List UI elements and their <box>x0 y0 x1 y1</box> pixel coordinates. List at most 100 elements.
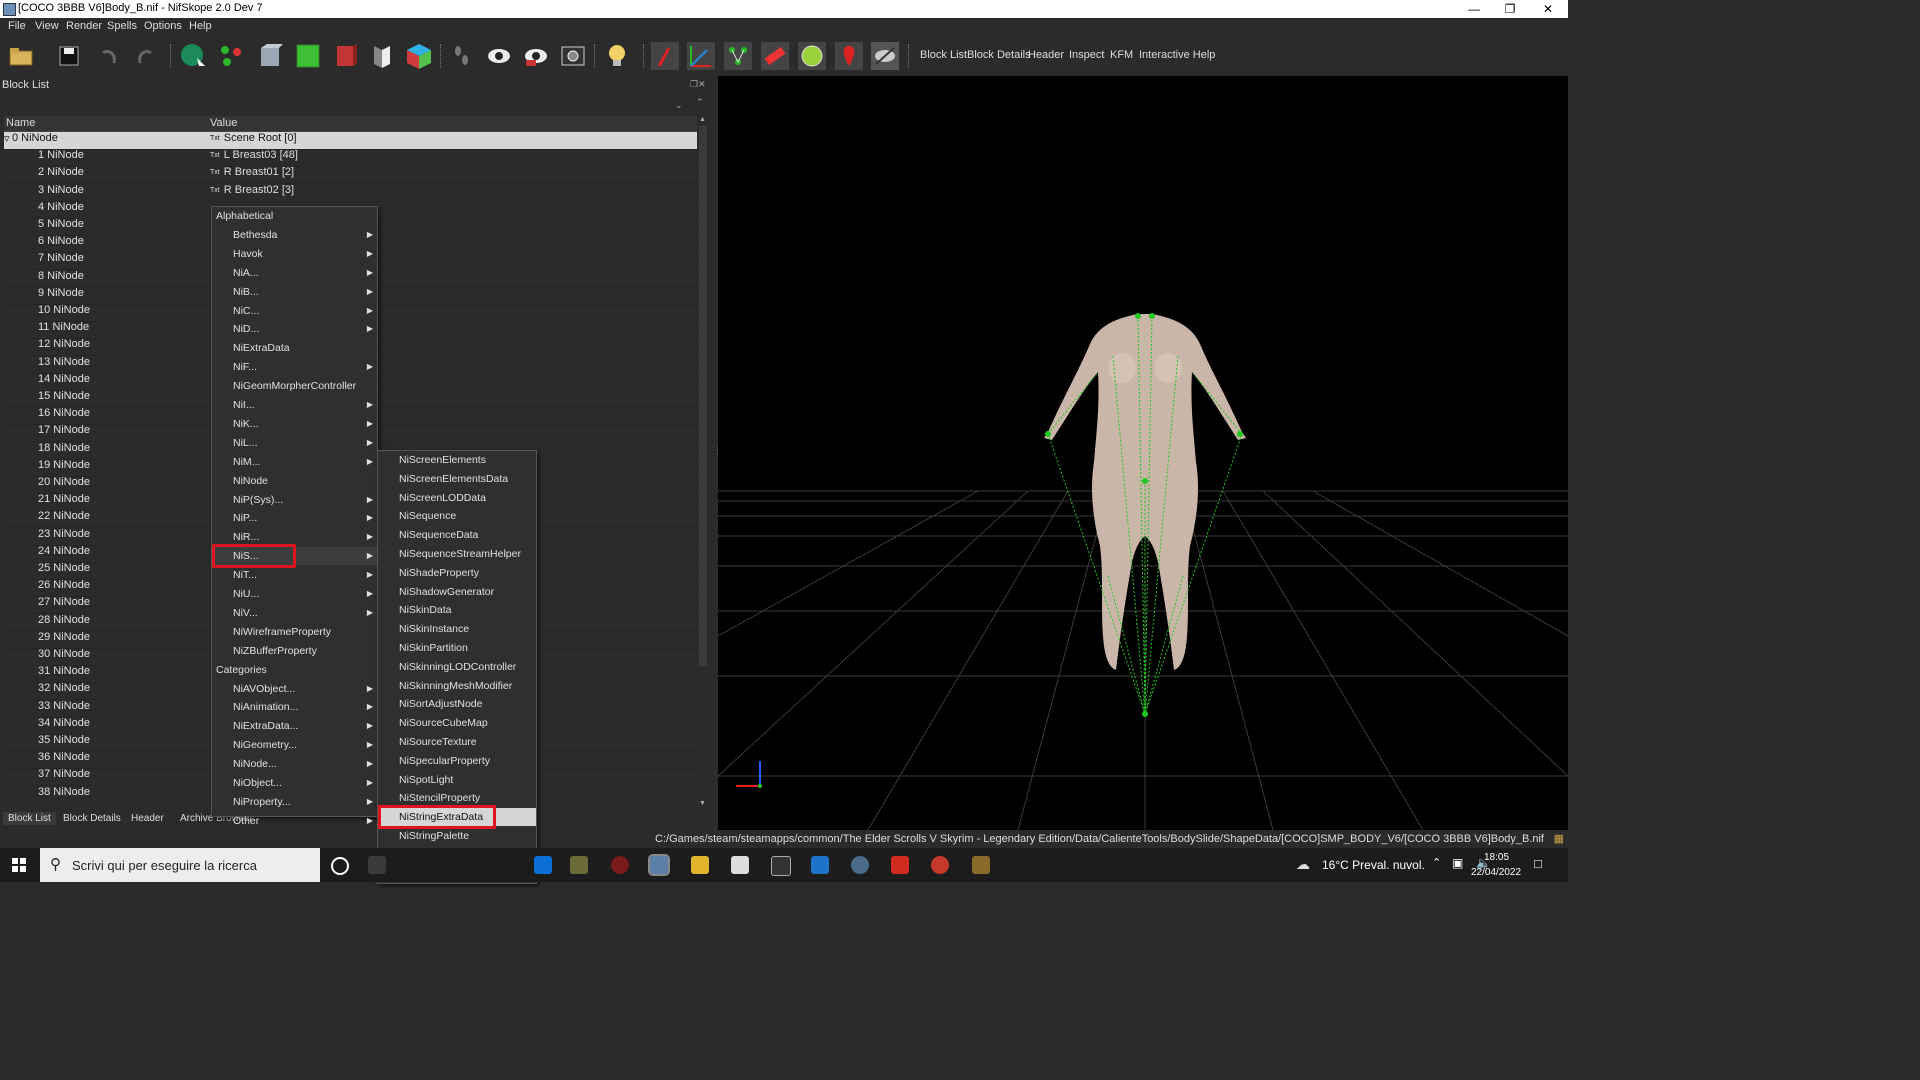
view-user-icon[interactable] <box>367 41 397 71</box>
windows-start-icon[interactable] <box>12 858 26 872</box>
submenu-item-niscreenelements[interactable]: NiScreenElements <box>378 451 536 469</box>
clock-time[interactable]: 18:05 <box>1484 852 1509 863</box>
table-row[interactable]: 3 NiNode Txt R Breast02 [3] <box>4 184 697 202</box>
toolbar-interactive-help[interactable]: Interactive Help <box>1139 49 1215 61</box>
notifications-icon[interactable]: □ <box>1534 856 1542 871</box>
show-constraints-icon[interactable] <box>797 41 827 71</box>
tab-block-list[interactable]: Block List <box>3 812 56 825</box>
submenu-item-niskinpartition[interactable]: NiSkinPartition <box>378 639 536 657</box>
submenu-item-nisequencestreamhelper[interactable]: NiSequenceStreamHelper <box>378 545 536 563</box>
menu-item-niavobject[interactable]: NiAVObject... ▶ <box>212 680 377 698</box>
tab-header[interactable]: Header <box>126 812 169 825</box>
float-panel-icon[interactable]: ❐✕ <box>690 79 706 90</box>
column-value[interactable]: Value <box>210 117 237 129</box>
menu-item-niextradata[interactable]: NiExtraData... ▶ <box>212 717 377 735</box>
task-view-icon[interactable] <box>368 856 386 874</box>
show-skeleton-icon[interactable] <box>723 41 753 71</box>
submenu-item-niskininstance[interactable]: NiSkinInstance <box>378 620 536 638</box>
open-folder-icon[interactable] <box>6 41 36 71</box>
select-object-icon[interactable] <box>178 41 208 71</box>
menu-item-nim[interactable]: NiM... ▶ <box>212 453 377 471</box>
submenu-item-nisourcecubemap[interactable]: NiSourceCubeMap <box>378 714 536 732</box>
menu-item-ninode[interactable]: NiNode <box>212 472 377 490</box>
tray-chevron-icon[interactable]: ⌃ <box>1432 856 1441 869</box>
menu-item-nip-sys[interactable]: NiP(Sys)... ▶ <box>212 491 377 509</box>
tab-block-details[interactable]: Block Details <box>58 812 126 825</box>
menu-view[interactable]: View <box>35 20 59 32</box>
submenu-item-niskinningmeshmodifier[interactable]: NiSkinningMeshModifier <box>378 677 536 695</box>
app-icon-5[interactable] <box>931 856 949 874</box>
menu-item-nit[interactable]: NiT... ▶ <box>212 566 377 584</box>
table-row[interactable]: ▿ 0 NiNode Txt Scene Root [0] <box>4 132 697 150</box>
menu-item-bethesda[interactable]: Bethesda ▶ <box>212 226 377 244</box>
show-collision-icon[interactable] <box>760 41 790 71</box>
column-name[interactable]: Name <box>6 117 35 129</box>
footprints-icon[interactable] <box>447 41 477 71</box>
menu-item-ninode[interactable]: NiNode... ▶ <box>212 755 377 773</box>
lightbulb-icon[interactable] <box>602 41 632 71</box>
submenu-item-nisequence[interactable]: NiSequence <box>378 507 536 525</box>
show-hidden-objects-icon[interactable] <box>870 41 900 71</box>
menu-item-nigeometry[interactable]: NiGeometry... ▶ <box>212 736 377 754</box>
submenu-item-niscreenloddata[interactable]: NiScreenLODData <box>378 489 536 507</box>
app-icon-6[interactable] <box>972 856 990 874</box>
weather-icon[interactable]: ☁ <box>1296 856 1310 873</box>
menu-item-nianimation[interactable]: NiAnimation... ▶ <box>212 698 377 716</box>
terminal-icon[interactable] <box>771 856 791 876</box>
resize-grip-icon[interactable]: ▦ <box>1554 832 1564 845</box>
menu-item-nid[interactable]: NiD... ▶ <box>212 320 377 338</box>
undo-icon[interactable] <box>94 41 124 71</box>
skype-icon[interactable] <box>534 856 552 874</box>
menu-item-nip[interactable]: NiP... ▶ <box>212 509 377 527</box>
submenu-item-nisequencedata[interactable]: NiSequenceData <box>378 526 536 544</box>
menu-item-nib[interactable]: NiB... ▶ <box>212 283 377 301</box>
menu-item-nizbufferproperty[interactable]: NiZBufferProperty <box>212 642 377 660</box>
toolbar-block-list[interactable]: Block List <box>920 49 967 61</box>
toolbar-inspect[interactable]: Inspect <box>1069 49 1104 61</box>
screenshot-icon[interactable] <box>558 41 588 71</box>
clock-date[interactable]: 22/04/2022 <box>1471 867 1521 878</box>
file-explorer-icon[interactable] <box>691 856 709 874</box>
splitter-handle[interactable]: ⋮ <box>713 445 722 456</box>
table-row[interactable]: 1 NiNode Txt L Breast03 [48] <box>4 149 697 168</box>
save-icon[interactable] <box>54 41 84 71</box>
show-hidden-alt-icon[interactable] <box>521 41 551 71</box>
app-icon-1[interactable] <box>570 856 588 874</box>
menu-render[interactable]: Render <box>66 20 102 32</box>
view-side-icon[interactable] <box>330 41 360 71</box>
submenu-item-niscreenelementsdata[interactable]: NiScreenElementsData <box>378 470 536 488</box>
show-markers-icon[interactable] <box>834 41 864 71</box>
menu-item-niwireframeproperty[interactable]: NiWireframeProperty <box>212 623 377 641</box>
menu-file[interactable]: File <box>8 20 26 32</box>
submenu-item-niskinninglodcontroller[interactable]: NiSkinningLODController <box>378 658 536 676</box>
view-top-icon[interactable] <box>293 41 323 71</box>
collapse-icon[interactable]: ⌄ <box>675 100 683 111</box>
menu-item-nigeommorphercontroller[interactable]: NiGeomMorpherController <box>212 377 377 395</box>
expand-icon[interactable]: ⌃ <box>696 97 704 108</box>
show-axes-icon[interactable] <box>650 41 680 71</box>
toolbar-kfm[interactable]: KFM <box>1110 49 1133 61</box>
submenu-item-nisortadjustnode[interactable]: NiSortAdjustNode <box>378 695 536 713</box>
expand-arrow-icon[interactable]: ▿ <box>4 132 10 145</box>
steam-icon[interactable] <box>851 856 869 874</box>
menu-item-nil[interactable]: NiL... ▶ <box>212 434 377 452</box>
menu-item-nic[interactable]: NiC... ▶ <box>212 302 377 320</box>
toolbar-block-details[interactable]: Block Details <box>967 49 1031 61</box>
menu-options[interactable]: Options <box>144 20 182 32</box>
app-icon-4[interactable] <box>891 856 909 874</box>
submenu-item-nisourcetexture[interactable]: NiSourceTexture <box>378 733 536 751</box>
menu-item-nis[interactable]: NiS... ▶ <box>212 544 377 569</box>
menu-item-havok[interactable]: Havok ▶ <box>212 245 377 263</box>
toolbar-header[interactable]: Header <box>1028 49 1064 61</box>
view-walk-icon[interactable] <box>404 41 434 71</box>
show-nodes-icon[interactable] <box>686 41 716 71</box>
scrollbar-thumb[interactable] <box>699 126 707 666</box>
menu-item-nik[interactable]: NiK... ▶ <box>212 415 377 433</box>
submenu-item-nispecularproperty[interactable]: NiSpecularProperty <box>378 752 536 770</box>
calendar-icon[interactable] <box>731 856 749 874</box>
restore-button[interactable]: ❐ <box>1492 0 1528 18</box>
menu-item-niu[interactable]: NiU... ▶ <box>212 585 377 603</box>
network-icon[interactable]: ▣ <box>1452 856 1463 870</box>
menu-item-nia[interactable]: NiA... ▶ <box>212 264 377 282</box>
submenu-item-nishadeproperty[interactable]: NiShadeProperty <box>378 564 536 582</box>
